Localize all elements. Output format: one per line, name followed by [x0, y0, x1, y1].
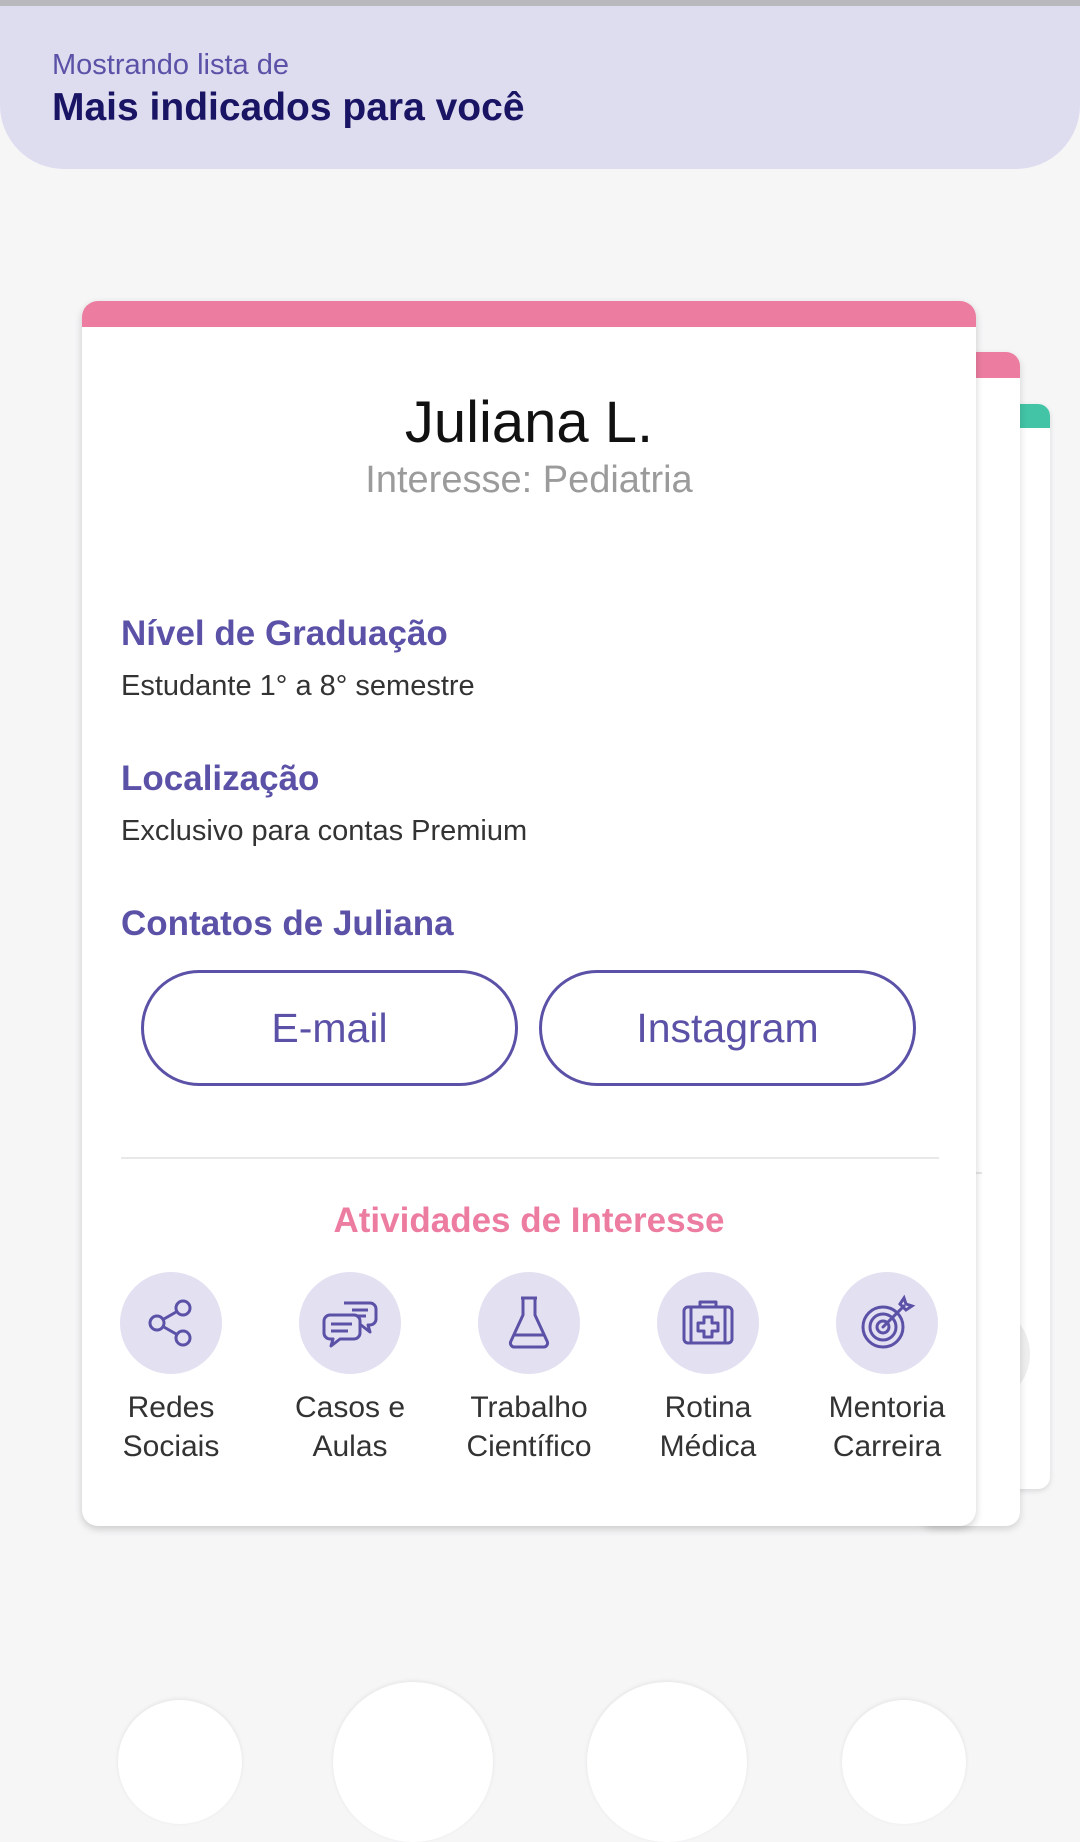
- target-icon: [836, 1272, 938, 1374]
- bottom-action-button[interactable]: [587, 1682, 747, 1842]
- activity-label: Carreira: [832, 1430, 942, 1463]
- activity-label: Trabalho: [470, 1391, 588, 1424]
- header-subtitle: Mostrando lista de: [52, 49, 289, 81]
- activity-item-rotina-medica[interactable]: Rotina Médica: [623, 1272, 793, 1466]
- activity-item-trabalho-cientifico[interactable]: Trabalho Científico: [444, 1272, 614, 1466]
- activity-item-mentoria-carreira[interactable]: Mentoria Carreira: [802, 1272, 972, 1466]
- instagram-button[interactable]: Instagram: [539, 970, 916, 1086]
- activity-label: Científico: [466, 1430, 592, 1463]
- email-button[interactable]: E-mail: [141, 970, 518, 1086]
- header-title: Mais indicados para você: [52, 86, 525, 129]
- activity-label: Casos e: [294, 1391, 406, 1424]
- section-divider: [121, 1157, 939, 1159]
- chat-bubbles-icon: [299, 1272, 401, 1374]
- activity-label: Sociais: [122, 1430, 220, 1463]
- bottom-action-button[interactable]: [842, 1700, 966, 1824]
- share-icon: [120, 1272, 222, 1374]
- bottom-action-button[interactable]: [118, 1700, 242, 1824]
- profile-interest: Interesse: Pediatria: [365, 459, 693, 501]
- bottom-action-button[interactable]: [333, 1682, 493, 1842]
- activity-label: Médica: [659, 1430, 757, 1463]
- flask-icon: [478, 1272, 580, 1374]
- activity-item-casos-aulas[interactable]: Casos e Aulas: [265, 1272, 435, 1466]
- location-value: Exclusivo para contas Premium: [121, 815, 528, 847]
- activity-label: Redes: [127, 1391, 215, 1424]
- activity-label: Aulas: [312, 1430, 388, 1463]
- graduation-label: Nível de Graduação: [121, 614, 448, 653]
- card-accent-bar: [82, 301, 976, 327]
- activity-item-redes-sociais[interactable]: Redes Sociais: [86, 1272, 256, 1466]
- graduation-value: Estudante 1° a 8° semestre: [121, 670, 475, 702]
- activity-label: Mentoria: [828, 1391, 946, 1424]
- activities-title: Atividades de Interesse: [333, 1201, 725, 1240]
- list-header: Mostrando lista de Mais indicados para v…: [0, 6, 1080, 169]
- medical-kit-icon: [657, 1272, 759, 1374]
- profile-name: Juliana L.: [404, 390, 654, 455]
- profile-card[interactable]: Juliana L. Interesse: Pediatria Nível de…: [82, 301, 976, 1526]
- contacts-label: Contatos de Juliana: [121, 904, 454, 943]
- activity-label: Rotina: [664, 1391, 752, 1424]
- location-label: Localização: [121, 759, 320, 798]
